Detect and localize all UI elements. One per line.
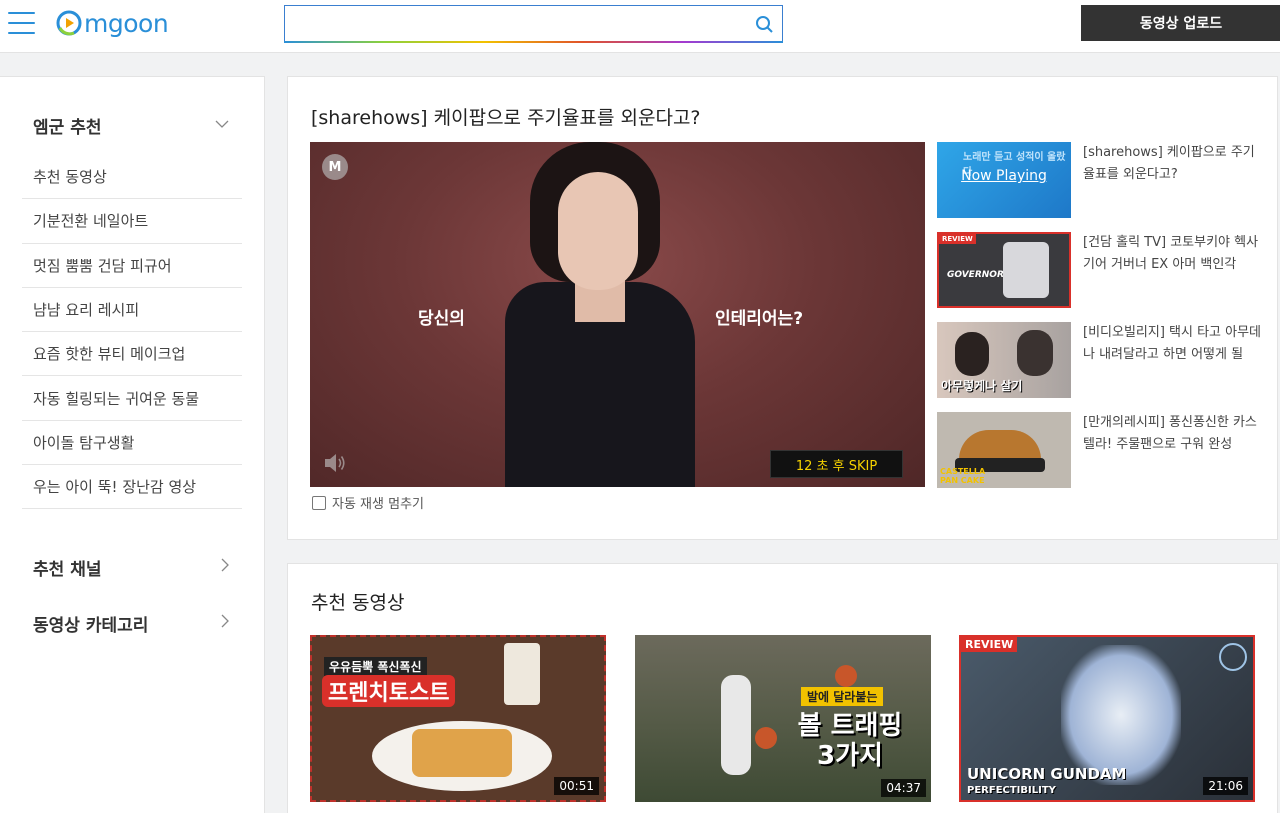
sidebar-item[interactable]: 요즘 핫한 뷰티 메이크업 [22,332,242,377]
search-icon[interactable] [754,14,776,36]
video-thumbnail[interactable]: 우유듬뿍 폭신폭신 프렌치토스트 00:51 [310,635,606,802]
video-thumbnail[interactable]: REVIEW UNICORN GUNDAM PERFECTIBILITY 21:… [959,635,1255,802]
sidebar-recommend-list: 추천 동영상 기분전환 네일아트 멋짐 뿜뿜 건담 피규어 냠냠 요리 레시피 … [22,155,242,510]
sidebar-item[interactable]: 멋짐 뿜뿜 건담 피규어 [22,244,242,288]
sidebar-item[interactable]: 냠냠 요리 레시피 [22,288,242,333]
sidebar-section-channels[interactable]: 추천 채널 [33,555,101,580]
playlist-thumbnail: 아무렇게나 살기 [937,322,1071,398]
search-input[interactable] [291,10,741,38]
video-duration: 21:06 [1203,777,1248,795]
player-title: [sharehows] 케이팝으로 주기율표를 외운다고? [311,107,701,129]
ad-text-left: 당신의 [418,309,465,329]
sidebar-item[interactable]: 자동 힐링되는 귀여운 동물 [22,376,242,421]
chevron-right-icon[interactable] [218,614,232,628]
playlist-item-title: [만개의레시피] 퐁신퐁신한 카스텔라! 주물팬으로 구워 완성 [1083,415,1257,452]
volume-icon[interactable] [322,450,348,476]
playlist-item[interactable]: 아무렇게나 살기 [비디오빌리지] 택시 타고 아무데나 내려달라고 하면 어떻… [937,322,1267,398]
playlist-item-title: [비디오빌리지] 택시 타고 아무데나 내려달라고 하면 어떻게 될 [1083,325,1262,362]
playlist-thumbnail: REVIEW GOVERNOR [937,232,1071,308]
chevron-down-icon[interactable] [215,117,229,131]
video-duration: 04:37 [881,779,926,797]
playlist-item[interactable]: REVIEW GOVERNOR [건담 홀릭 TV] 코토부키야 헥사기어 거버… [937,232,1267,308]
playlist-item-title: [sharehows] 케이팝으로 주기율표를 외운다고? [1083,145,1255,182]
menu-icon[interactable] [8,12,35,36]
sidebar-section-categories[interactable]: 동영상 카테고리 [33,611,148,636]
playlist-item[interactable]: CASTELLA PAN CAKE [만개의레시피] 퐁신퐁신한 카스텔라! 주… [937,412,1267,488]
recommended-title: 추천 동영상 [311,592,405,614]
channel-badge: M [322,154,348,180]
video-thumbnail[interactable]: 발에 달라붙는 볼 트래핑 3가지 04:37 [635,635,931,802]
site-logo[interactable]: mgoon [56,8,169,38]
playlist-thumbnail: CASTELLA PAN CAKE [937,412,1071,488]
video-duration: 00:51 [554,777,599,795]
sidebar-item[interactable]: 우는 아이 뚝! 장난감 영상 [22,465,242,510]
sidebar: 엠군 추천 추천 동영상 기분전환 네일아트 멋짐 뿜뿜 건담 피규어 냠냠 요… [0,76,265,813]
sidebar-item[interactable]: 추천 동영상 [22,155,242,200]
sidebar-section-recommend[interactable]: 엠군 추천 [33,113,101,138]
search-underline [284,41,783,43]
recommended-videos-card: 추천 동영상 우유듬뿍 폭신폭신 프렌치토스트 00:51 발에 달라붙는 볼 … [287,563,1278,813]
video-player[interactable]: M 당신의 인테리어는? 12 초 후 SKIP [310,142,925,487]
logo-text: mgoon [84,8,169,38]
playlist-item-title: [건담 홀릭 TV] 코토부키야 헥사기어 거버너 EX 아머 백인각 [1083,235,1259,272]
sidebar-item[interactable]: 기분전환 네일아트 [22,199,242,244]
ad-text-right: 인테리어는? [715,309,804,329]
upload-video-button[interactable]: 동영상 업로드 [1081,5,1280,41]
playlist-thumbnail: 노래만 듣고 성적이 올랐다 Now Playing [937,142,1071,218]
top-header: mgoon 동영상 업로드 [0,0,1280,53]
now-playing-label: Now Playing [961,168,1047,184]
sidebar-item[interactable]: 아이돌 탐구생활 [22,421,242,466]
autoplay-toggle[interactable]: 자동 재생 멈추기 [312,493,424,512]
search-box [284,5,783,43]
playlist-item[interactable]: 노래만 듣고 성적이 올랐다 Now Playing [sharehows] 케… [937,142,1267,218]
logo-play-icon [56,10,82,36]
chevron-right-icon[interactable] [218,558,232,572]
autoplay-checkbox[interactable] [312,495,326,510]
featured-player-card: [sharehows] 케이팝으로 주기율표를 외운다고? M 당신의 인테리어… [287,76,1278,540]
gundam-logo-icon [1219,643,1247,671]
skip-ad-button[interactable]: 12 초 후 SKIP [770,450,903,478]
autoplay-label: 자동 재생 멈추기 [332,497,424,512]
